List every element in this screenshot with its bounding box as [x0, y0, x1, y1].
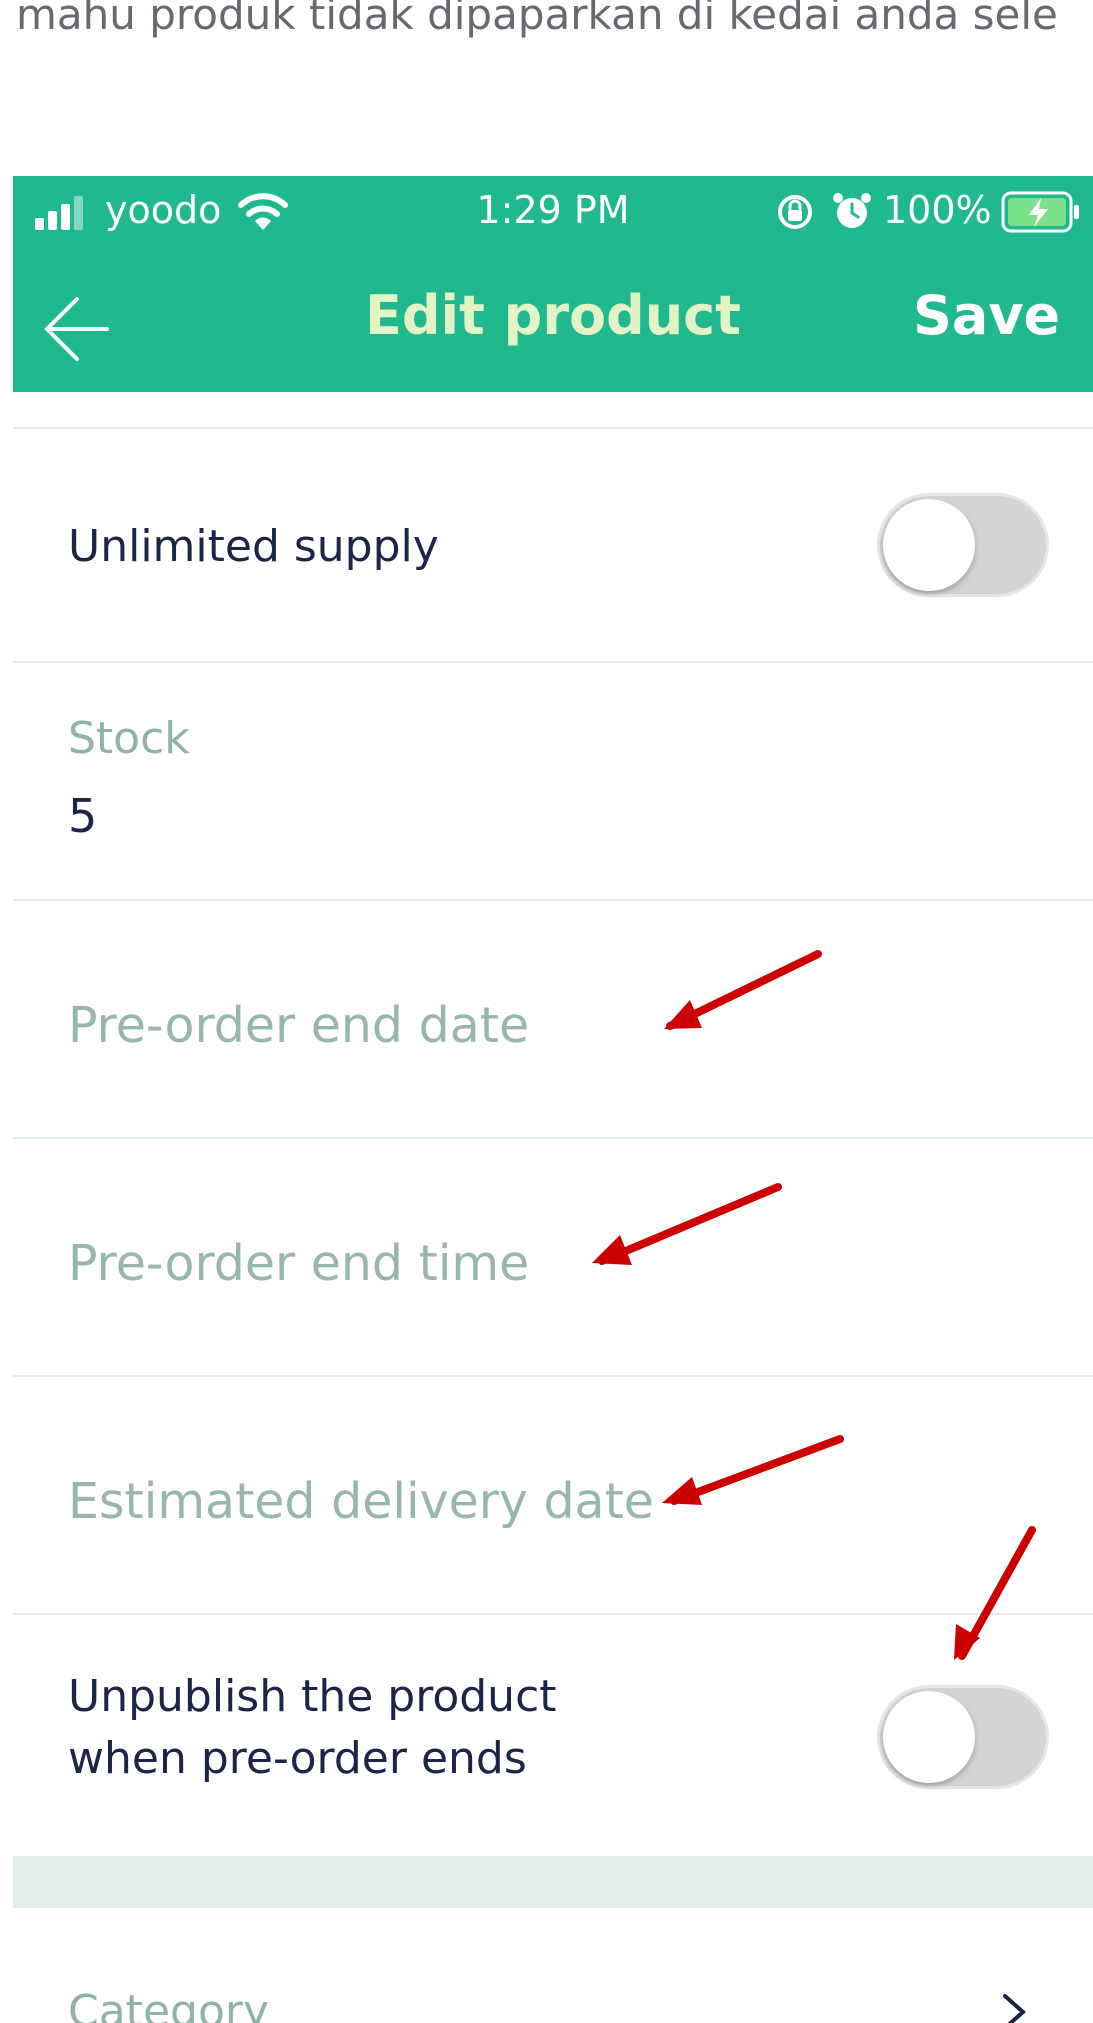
unpublish-row: Unpublish the product when pre-order end…	[13, 1615, 1093, 1856]
stock-value[interactable]: 5	[68, 789, 97, 843]
section-gap	[13, 1856, 1093, 1908]
preorder-end-date-placeholder[interactable]: Pre-order end date	[68, 997, 529, 1054]
category-label[interactable]: Category	[68, 1986, 269, 2023]
status-bar: yoodo 1:29 PM 100%	[13, 176, 1093, 256]
chevron-right-icon[interactable]	[993, 1992, 1033, 2023]
estimated-delivery-placeholder[interactable]: Estimated delivery date	[68, 1473, 654, 1530]
toggle-knob	[883, 1691, 975, 1783]
preorder-end-time-field[interactable]: Pre-order end time	[13, 1139, 1093, 1375]
stock-field[interactable]: Stock 5	[13, 663, 1093, 899]
estimated-delivery-field[interactable]: Estimated delivery date	[13, 1377, 1093, 1613]
rotation-lock-icon	[778, 195, 812, 229]
battery-charging-icon	[1001, 191, 1079, 233]
caption-text: mahu produk tidak dipaparkan di kedai an…	[16, 0, 1058, 39]
unlimited-supply-label: Unlimited supply	[68, 521, 439, 572]
alarm-icon	[833, 193, 871, 228]
preorder-end-date-field[interactable]: Pre-order end date	[13, 901, 1093, 1137]
unpublish-label-line2: when pre-order ends	[68, 1733, 527, 1784]
unlimited-supply-toggle[interactable]	[877, 493, 1049, 597]
toggle-knob	[883, 499, 975, 591]
phone-screen: yoodo 1:29 PM 100% Edit product Save Unl…	[13, 176, 1093, 2023]
stock-label: Stock	[68, 713, 190, 764]
header-bar: yoodo 1:29 PM 100% Edit product Save	[13, 176, 1093, 392]
annotation-arrow-1	[664, 950, 822, 1030]
annotation-arrow-2	[592, 1183, 782, 1265]
battery-percent: 100%	[883, 188, 992, 232]
annotation-arrow-3	[662, 1435, 844, 1505]
unpublish-label-line1: Unpublish the product	[68, 1671, 557, 1722]
save-button[interactable]: Save	[913, 284, 1060, 347]
unlimited-supply-row: Unlimited supply	[13, 429, 1093, 661]
annotation-arrow-4	[954, 1526, 1036, 1660]
preorder-end-time-placeholder[interactable]: Pre-order end time	[68, 1235, 529, 1292]
unpublish-toggle[interactable]	[877, 1685, 1049, 1789]
